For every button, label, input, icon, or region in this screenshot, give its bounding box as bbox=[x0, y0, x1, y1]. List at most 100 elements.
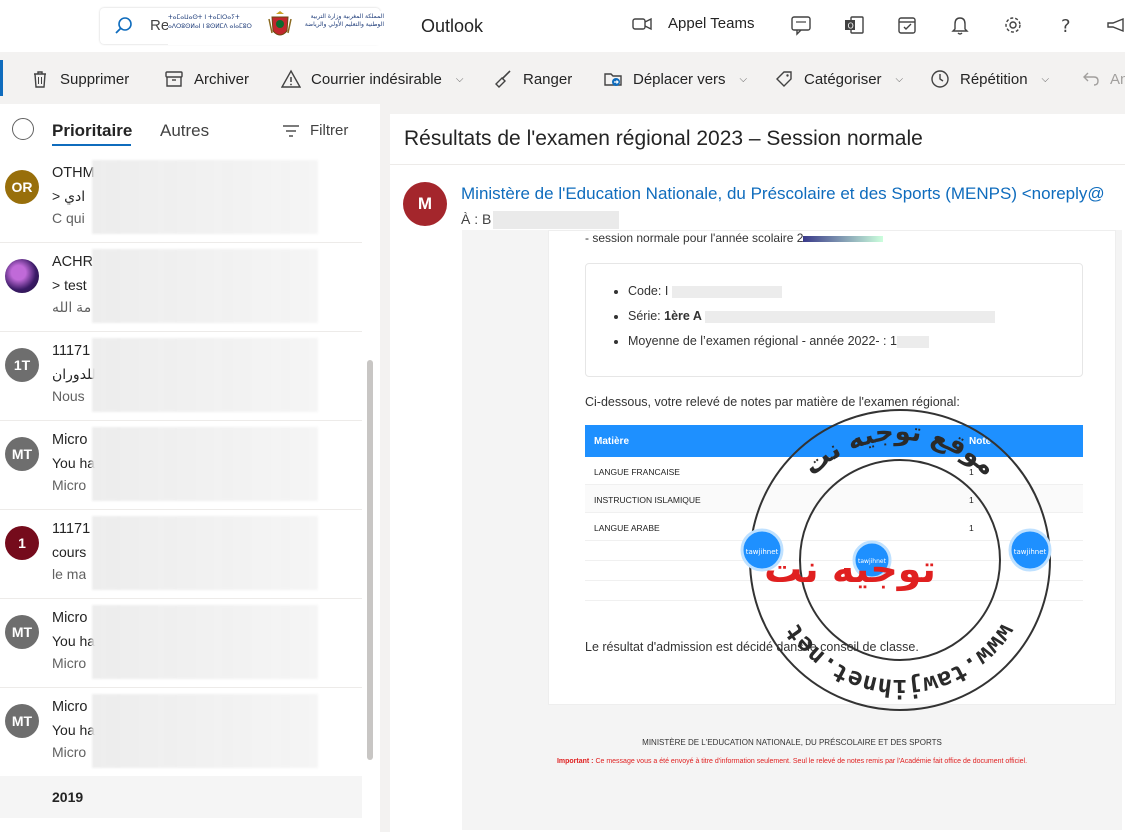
feedback-icon[interactable] bbox=[790, 14, 812, 36]
tab-focused[interactable]: Prioritaire bbox=[52, 121, 132, 141]
svg-text:?: ? bbox=[1061, 16, 1071, 36]
command-ribbon: Supprimer Archiver Courrier indésirable ⌵… bbox=[0, 52, 1125, 104]
message-sender: Micro bbox=[52, 610, 88, 626]
message-list-pane: Prioritaire Autres Filtrer OR OTHM > ادي… bbox=[0, 104, 380, 832]
scrollbar-thumb[interactable] bbox=[367, 360, 373, 760]
message-list: OR OTHM > ادي C qui ACHR > test مة الله … bbox=[0, 154, 362, 777]
message-preview: le ma bbox=[52, 566, 87, 582]
logo-arabic-text: المملكة المغربية وزارة التربية الوطنية و… bbox=[304, 13, 384, 28]
redacted-region bbox=[92, 427, 318, 501]
footer-important-text: Ce message vous a été envoyé à titre d'i… bbox=[593, 758, 1028, 765]
moyenne-item: Moyenne de l’examen régional - année 202… bbox=[628, 334, 995, 348]
categorize-button[interactable]: Catégoriser ⌵ bbox=[774, 67, 903, 91]
megaphone-icon[interactable] bbox=[1105, 14, 1125, 36]
sweep-button[interactable]: Ranger bbox=[493, 67, 572, 91]
calendar-check-icon[interactable] bbox=[896, 14, 918, 36]
teams-call-button[interactable]: Appel Teams bbox=[632, 15, 754, 32]
clock-icon bbox=[931, 70, 949, 88]
message-sender: Micro bbox=[52, 432, 88, 448]
redacted-recipient bbox=[493, 211, 620, 230]
undo-label: An bbox=[1110, 70, 1125, 88]
message-preview: Nous bbox=[52, 388, 85, 404]
trash-icon bbox=[34, 71, 46, 88]
message-sender: Micro bbox=[52, 699, 88, 715]
message-subject: > test bbox=[52, 277, 87, 293]
inbox-tabs: Prioritaire Autres Filtrer bbox=[0, 104, 380, 154]
badge-right-text: tawjihnet bbox=[1014, 548, 1047, 556]
move-to-label: Déplacer vers bbox=[633, 70, 726, 88]
message-preview: C qui bbox=[52, 210, 85, 226]
watermark-arabic-top: موقع توجيه نت bbox=[798, 417, 1002, 482]
move-to-button[interactable]: Déplacer vers ⌵ bbox=[603, 67, 747, 91]
message-preview: Micro bbox=[52, 744, 87, 760]
list-item[interactable]: MT Micro You ha Micro bbox=[0, 599, 362, 688]
list-item[interactable]: MT Micro You ha Micro bbox=[0, 688, 362, 777]
intro-label: - session normale pour l'année scolaire … bbox=[585, 231, 804, 245]
video-camera-icon bbox=[632, 17, 652, 30]
snooze-button[interactable]: Répétition ⌵ bbox=[930, 67, 1049, 91]
search-input[interactable]: Re bbox=[150, 17, 169, 34]
avatar bbox=[5, 259, 39, 293]
year-label: 2019 bbox=[52, 789, 84, 805]
intro-text: - session normale pour l'année scolaire … bbox=[585, 231, 884, 245]
categorize-label: Catégoriser bbox=[804, 70, 882, 88]
undo-icon bbox=[1083, 72, 1099, 86]
redacted-region bbox=[92, 694, 318, 768]
footer-ministry: MINISTÈRE DE L'EDUCATION NATIONALE, DU P… bbox=[642, 738, 942, 747]
teams-call-label: Appel Teams bbox=[668, 15, 755, 32]
watermark-brand: توجيه نت bbox=[764, 547, 936, 591]
avatar: 1T bbox=[5, 348, 39, 382]
sweep-label: Ranger bbox=[523, 70, 573, 88]
search-icon bbox=[115, 17, 132, 34]
gear-icon[interactable] bbox=[1002, 14, 1024, 36]
message-subject: للدوران bbox=[52, 366, 96, 382]
list-item[interactable]: 1T 11171 للدوران Nous bbox=[0, 332, 362, 421]
tag-icon bbox=[776, 71, 792, 87]
chevron-down-icon: ⌵ bbox=[455, 73, 464, 85]
header-subject: Matière bbox=[594, 436, 630, 447]
list-item[interactable]: ACHR > test مة الله bbox=[0, 243, 362, 332]
footer-important: Important : Ce message vous a été envoyé… bbox=[462, 758, 1122, 765]
footer-important-label: Important : bbox=[556, 758, 594, 765]
redacted-region bbox=[92, 249, 318, 323]
redacted-code bbox=[671, 285, 782, 298]
message-subject: > ادي bbox=[52, 188, 86, 204]
list-item[interactable]: 1 11171 cours le ma bbox=[0, 510, 362, 599]
list-item[interactable]: MT Micro You ha Micro bbox=[0, 421, 362, 510]
archive-button[interactable]: Archiver bbox=[164, 67, 249, 91]
cell-subject: INSTRUCTION ISLAMIQUE bbox=[594, 495, 701, 505]
message-preview: Micro bbox=[52, 477, 87, 493]
redacted-region bbox=[92, 516, 318, 590]
bell-icon[interactable] bbox=[949, 14, 971, 36]
sender-name[interactable]: Ministère de l'Education Nationale, du P… bbox=[461, 184, 1105, 204]
archive-label: Archiver bbox=[194, 70, 250, 88]
delete-button[interactable]: Supprimer bbox=[30, 67, 129, 91]
nav-accent-bar bbox=[0, 60, 3, 96]
archive-icon bbox=[165, 71, 183, 87]
list-scrollbar[interactable] bbox=[366, 160, 374, 820]
message-sender: ACHR bbox=[52, 254, 94, 270]
list-item[interactable]: OR OTHM > ادي C qui bbox=[0, 154, 362, 243]
message-subject: You ha bbox=[52, 722, 96, 738]
undo-button[interactable]: An bbox=[1082, 67, 1125, 91]
avatar: OR bbox=[5, 170, 39, 204]
logo-latin-text: ⵜⴰⵎⴰⵡⴰⵙⵜ ⵏ ⵜⴰⵎⵏⵔⴰⵢⵜ ⴰⴷⵔⵓⵙⵍⴰⵏ ⵏ ⵓⵙⵍⵎⴷ ⴰⵏⴰ… bbox=[168, 14, 252, 30]
office-app-icon[interactable]: O bbox=[843, 14, 865, 36]
select-all-checkbox[interactable] bbox=[12, 118, 34, 140]
broom-icon bbox=[495, 70, 511, 88]
filter-label: Filtrer bbox=[310, 122, 349, 139]
message-subject: You ha bbox=[52, 633, 96, 649]
app-title[interactable]: Outlook bbox=[421, 16, 483, 37]
tab-other[interactable]: Autres bbox=[160, 121, 209, 141]
filter-button[interactable]: Filtrer bbox=[282, 122, 348, 139]
chevron-down-icon: ⌵ bbox=[1041, 73, 1050, 85]
sender-avatar[interactable]: M bbox=[403, 182, 447, 226]
redacted-region bbox=[92, 338, 318, 412]
message-preview: Micro bbox=[52, 655, 87, 671]
message-subject: cours bbox=[52, 544, 87, 560]
help-icon[interactable]: ? bbox=[1055, 14, 1077, 36]
junk-button[interactable]: Courrier indésirable ⌵ bbox=[281, 67, 464, 91]
filter-icon bbox=[283, 124, 299, 137]
chevron-down-icon: ⌵ bbox=[739, 73, 748, 85]
year-group-header: 2019 bbox=[0, 776, 362, 818]
